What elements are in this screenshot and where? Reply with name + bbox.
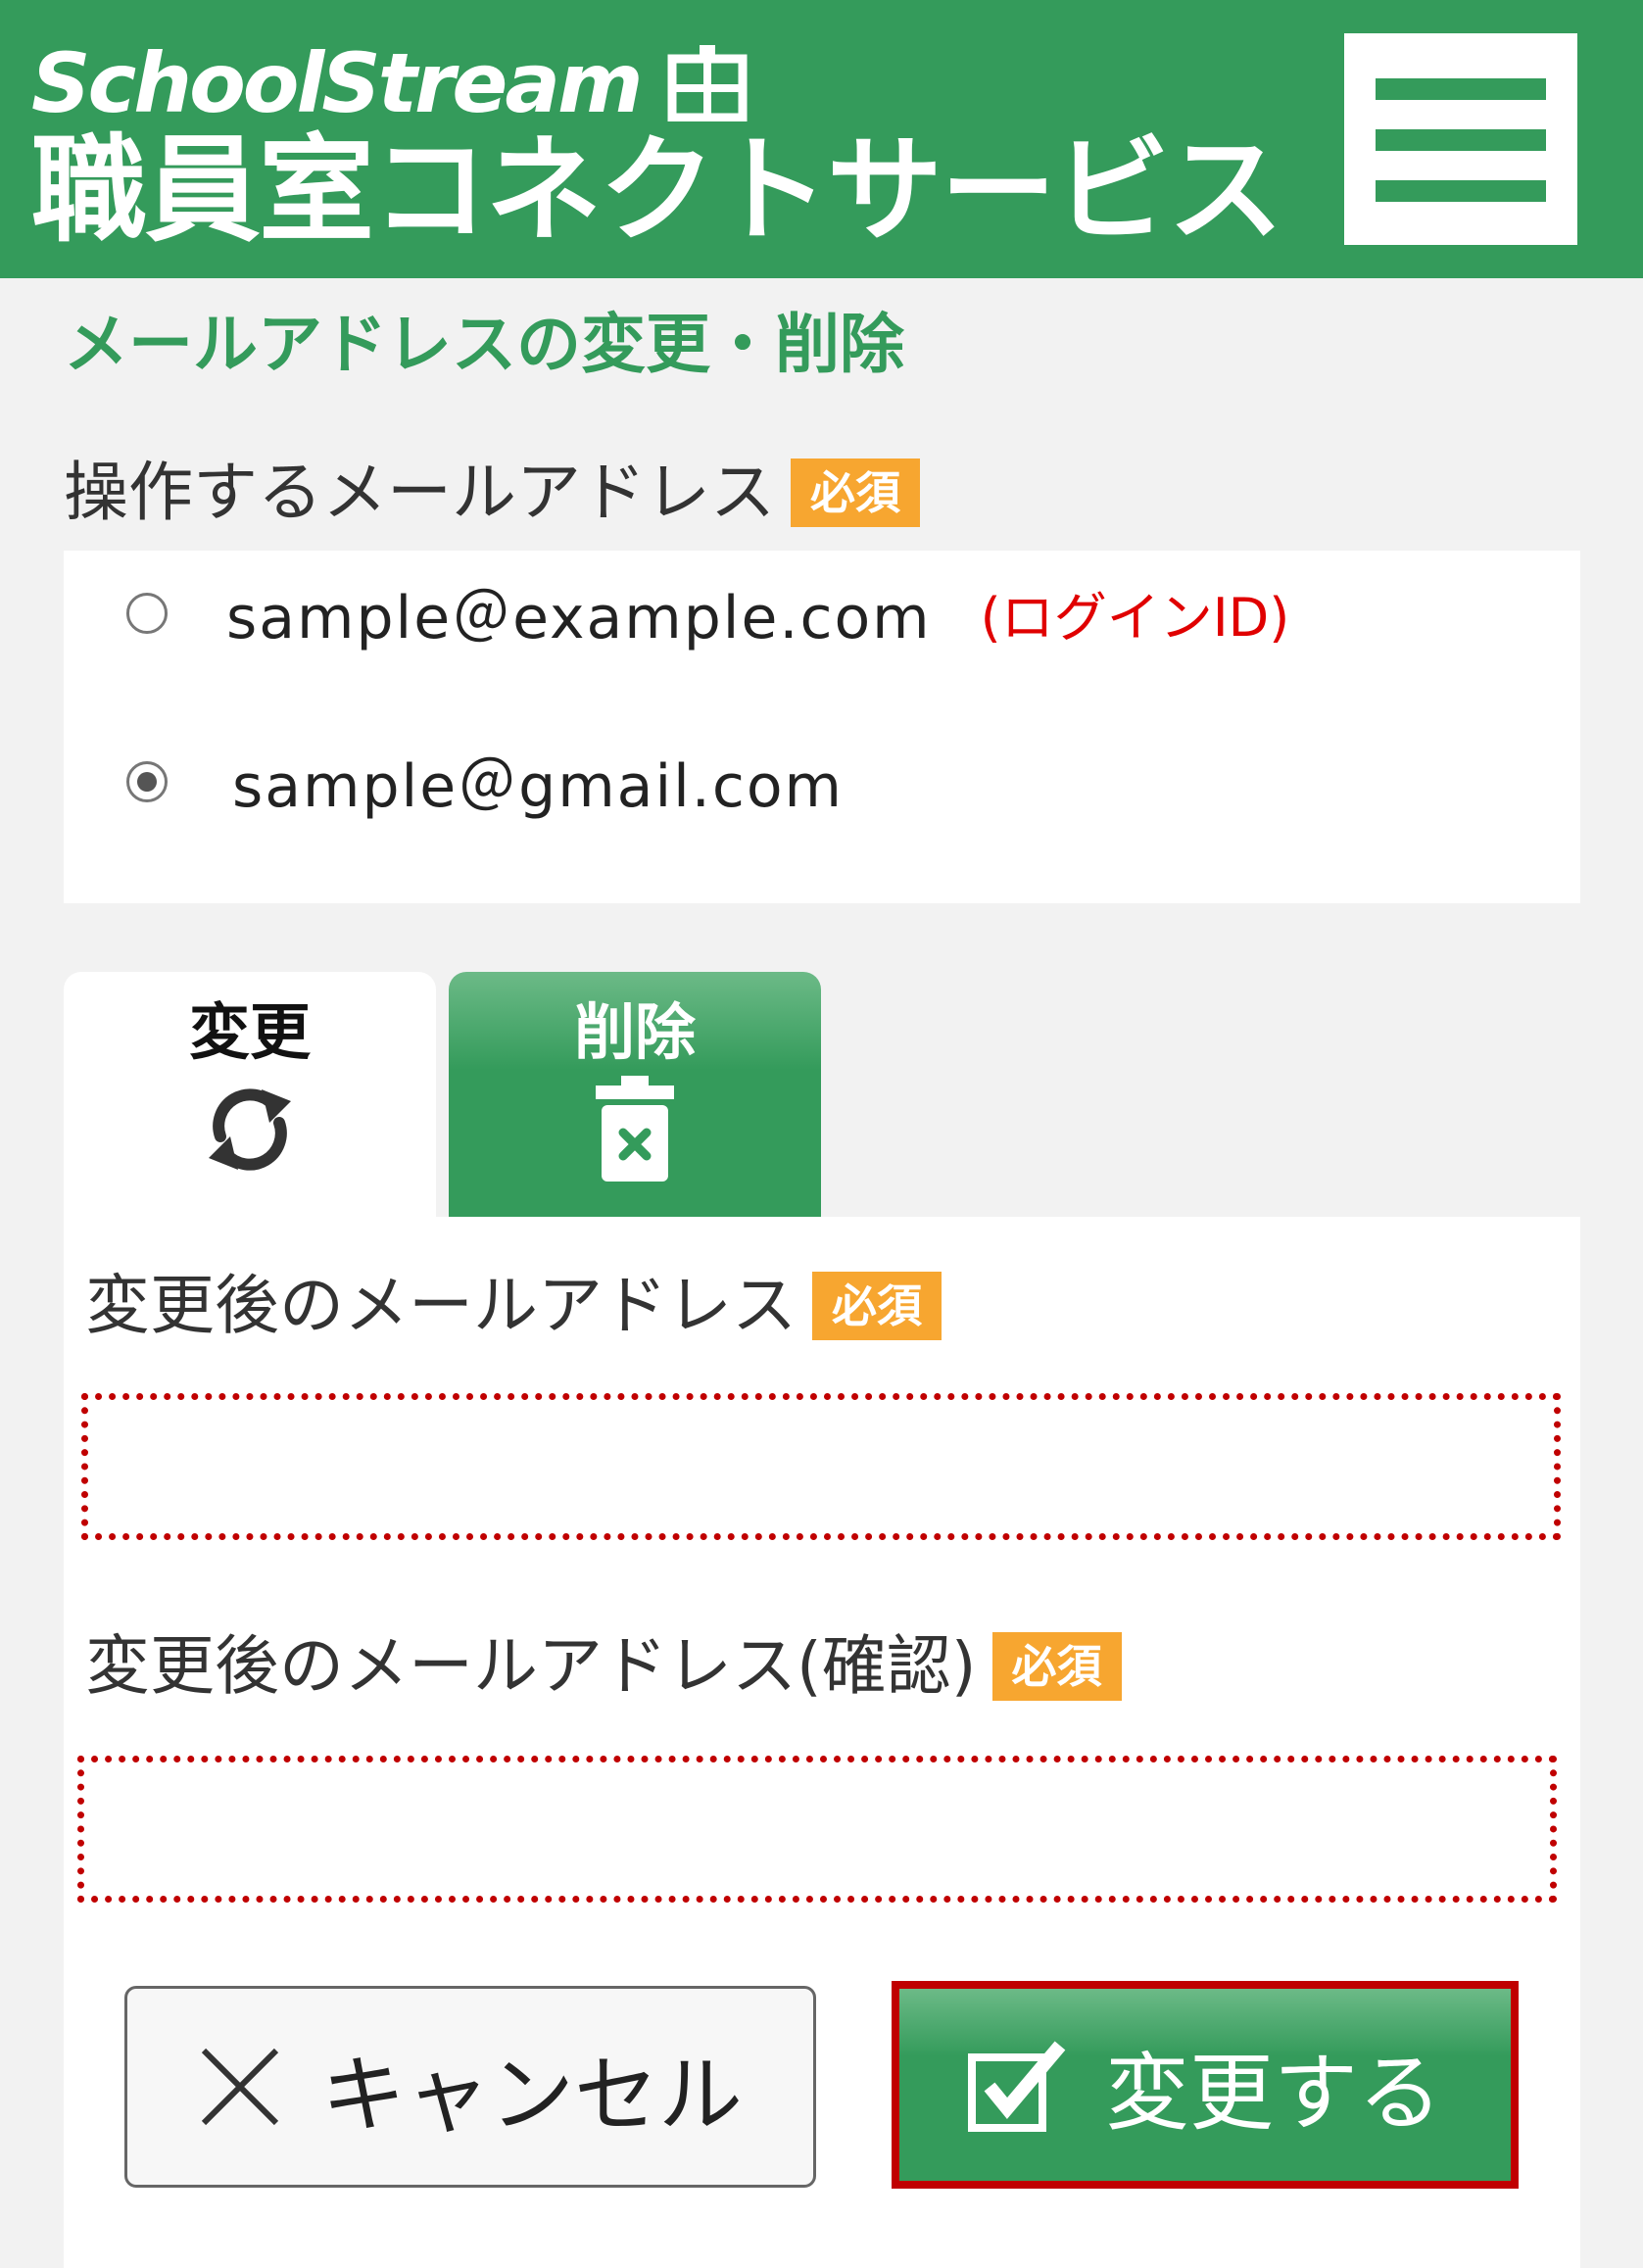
submit-change-button[interactable]: 変更する — [892, 1981, 1519, 2189]
new-email-input[interactable] — [81, 1393, 1561, 1540]
trash-icon — [596, 1076, 674, 1182]
confirm-email-input[interactable] — [77, 1756, 1557, 1903]
email-option-text: sample＠gmail.com — [232, 752, 845, 821]
tab-delete-label: 削除 — [573, 996, 696, 1068]
confirm-email-label-text: 変更後のメールアドレス(確認) — [85, 1628, 977, 1704]
target-email-label: 操作するメールアドレス 必須 — [64, 458, 920, 527]
tab-change-label: 変更 — [188, 996, 311, 1068]
new-email-label: 変更後のメールアドレス 必須 — [85, 1272, 942, 1340]
close-icon — [201, 2048, 279, 2126]
checkbox-checked-icon — [968, 2041, 1066, 2132]
required-badge: 必須 — [991, 1632, 1122, 1701]
target-email-label-text: 操作するメールアドレス — [64, 455, 775, 530]
page-title: メールアドレスの変更・削除 — [64, 307, 904, 382]
school-building-icon — [667, 45, 748, 121]
login-id-tag: (ログインID) — [980, 587, 1290, 649]
cancel-button-label: キャンセル — [321, 2046, 743, 2145]
refresh-icon — [209, 1088, 291, 1171]
new-email-label-text: 変更後のメールアドレス — [85, 1268, 797, 1343]
email-option-text: sample＠example.com — [226, 584, 932, 652]
hamburger-menu-button[interactable] — [1344, 33, 1577, 245]
brand-logo-row: SchoolStream — [31, 39, 749, 127]
submit-button-label: 変更する — [1105, 2044, 1442, 2143]
confirm-email-label: 変更後のメールアドレス(確認) 必須 — [85, 1632, 1122, 1701]
app-header: SchoolStream 職員室コネクトサービス — [0, 0, 1643, 278]
radio-button-selected[interactable] — [126, 760, 168, 802]
service-name: 職員室コネクトサービス — [31, 122, 1283, 258]
required-badge: 必須 — [812, 1272, 942, 1340]
email-option-login[interactable]: sample＠example.com (ログインID) — [126, 570, 1289, 655]
email-radio-group: sample＠example.com (ログインID) sample＠gmail… — [64, 551, 1580, 903]
brand-name: SchoolStream — [31, 35, 644, 131]
required-badge: 必須 — [791, 458, 920, 527]
tab-change[interactable]: 変更 — [64, 972, 436, 1217]
tab-delete[interactable]: 削除 — [449, 972, 821, 1217]
radio-button[interactable] — [126, 592, 168, 634]
email-option-gmail[interactable]: sample＠gmail.com — [126, 739, 844, 824]
cancel-button[interactable]: キャンセル — [124, 1986, 816, 2188]
